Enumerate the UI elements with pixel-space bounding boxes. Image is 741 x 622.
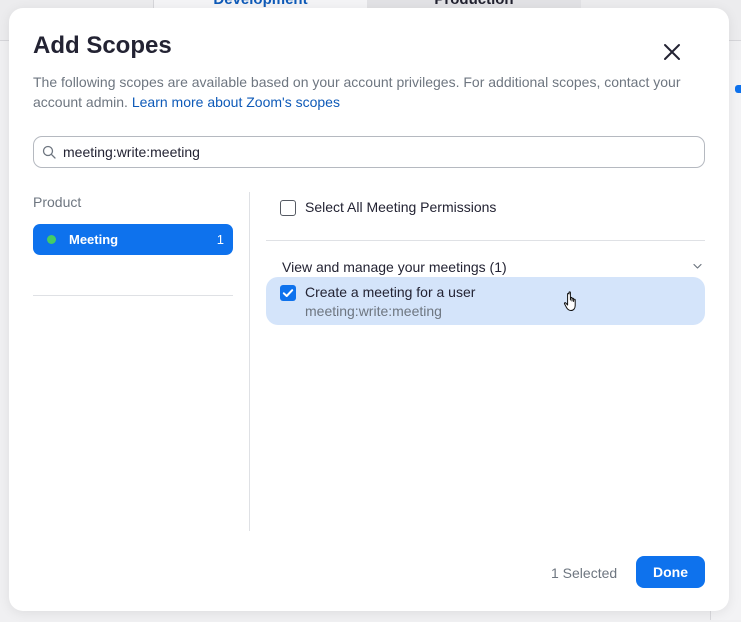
product-item-label: Meeting [69, 232, 119, 247]
close-icon [664, 44, 680, 60]
description-text: The following scopes are available based… [33, 74, 681, 110]
select-all-label: Select All Meeting Permissions [305, 199, 497, 215]
right-divider [266, 240, 705, 241]
done-button[interactable]: Done [636, 556, 705, 588]
select-all-checkbox[interactable] [280, 200, 296, 216]
dialog-description: The following scopes are available based… [33, 72, 703, 112]
search-icon [42, 145, 56, 159]
hand-cursor-icon [563, 291, 576, 311]
selected-count: 1 Selected [551, 565, 618, 581]
background-indicator-dot [735, 85, 741, 93]
column-divider [249, 192, 250, 531]
dialog-title: Add Scopes [33, 32, 172, 59]
left-divider [33, 295, 233, 296]
add-scopes-dialog: Add Scopes The following scopes are avai… [9, 8, 729, 611]
scope-checkbox[interactable] [280, 285, 296, 301]
product-item-meeting[interactable]: Meeting 1 [33, 224, 233, 255]
scope-title: Create a meeting for a user [305, 284, 476, 300]
product-heading: Product [33, 194, 82, 210]
search-box[interactable] [33, 136, 705, 168]
product-item-count: 1 [216, 232, 224, 247]
scope-identifier: meeting:write:meeting [305, 303, 442, 319]
chevron-down-icon[interactable] [692, 262, 703, 270]
scope-group-header[interactable]: View and manage your meetings (1) [282, 259, 507, 275]
search-input[interactable] [63, 142, 693, 162]
close-button[interactable] [660, 40, 684, 64]
checkmark-icon [282, 289, 294, 297]
status-dot [47, 235, 56, 244]
learn-more-link[interactable]: Learn more about Zoom's scopes [132, 94, 340, 110]
scope-row-create-meeting[interactable]: Create a meeting for a user meeting:writ… [266, 277, 705, 325]
